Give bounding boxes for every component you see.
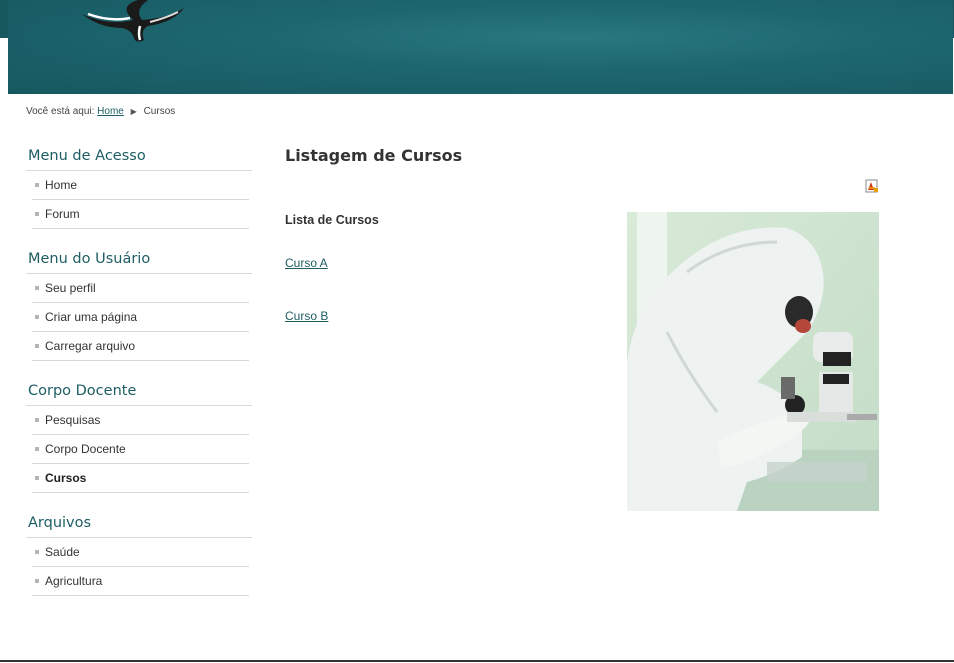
sidebar-item-label: Corpo Docente	[45, 442, 126, 456]
sidebar-item-label: Pesquisas	[45, 413, 101, 427]
sidebar-item-carregar-arquivo[interactable]: Carregar arquivo	[32, 332, 249, 361]
bullet-icon	[35, 183, 39, 187]
menu-title: Arquivos	[26, 513, 252, 538]
sidebar: Menu de Acesso Home Forum Menu do Usuári…	[26, 146, 252, 616]
sidebar-item-saude[interactable]: Saúde	[32, 538, 249, 567]
bullet-icon	[35, 476, 39, 480]
bullet-icon	[35, 418, 39, 422]
sidebar-item-label: Criar uma página	[45, 310, 138, 324]
sidebar-item-agricultura[interactable]: Agricultura	[32, 567, 249, 596]
sidebar-item-label: Forum	[45, 207, 80, 221]
pdf-icon[interactable]	[865, 179, 879, 193]
breadcrumb-current: Cursos	[143, 106, 176, 117]
page-title: Listagem de Cursos	[285, 146, 463, 165]
bullet-icon	[35, 212, 39, 216]
menu-corpo-docente: Corpo Docente Pesquisas Corpo Docente Cu…	[26, 381, 252, 493]
list-title: Lista de Cursos	[285, 213, 379, 227]
main-content: Listagem de Cursos Lista de Cursos Curso…	[285, 146, 885, 511]
menu-usuario: Menu do Usuário Seu perfil Criar uma pág…	[26, 249, 252, 361]
sidebar-item-cursos[interactable]: Cursos	[32, 464, 249, 493]
site-logo[interactable]	[78, 0, 188, 44]
breadcrumb-home-link[interactable]: Home	[97, 106, 124, 117]
bullet-icon	[35, 344, 39, 348]
menu-title: Menu de Acesso	[26, 146, 252, 171]
menu-title: Corpo Docente	[26, 381, 252, 406]
menu-arquivos: Arquivos Saúde Agricultura	[26, 513, 252, 596]
sidebar-item-label: Carregar arquivo	[45, 339, 136, 353]
sidebar-item-criar-pagina[interactable]: Criar uma página	[32, 303, 249, 332]
sidebar-item-label: Agricultura	[45, 574, 103, 588]
sidebar-item-seu-perfil[interactable]: Seu perfil	[32, 274, 249, 303]
menu-acesso: Menu de Acesso Home Forum	[26, 146, 252, 229]
sidebar-item-forum[interactable]: Forum	[32, 200, 249, 229]
lab-microscope-photo	[627, 212, 879, 511]
bullet-icon	[35, 550, 39, 554]
sidebar-item-label: Home	[45, 178, 78, 192]
course-link-a[interactable]: Curso A	[285, 256, 328, 270]
triangle-right-icon: ▶	[130, 107, 137, 116]
sidebar-item-corpo-docente[interactable]: Corpo Docente	[32, 435, 249, 464]
course-link-b[interactable]: Curso B	[285, 309, 328, 323]
breadcrumb: Você está aqui: Home ▶ Cursos	[26, 106, 175, 117]
sidebar-item-home[interactable]: Home	[32, 171, 249, 200]
bullet-icon	[35, 447, 39, 451]
sidebar-item-label: Cursos	[45, 471, 87, 485]
sidebar-item-label: Seu perfil	[45, 281, 96, 295]
breadcrumb-prefix: Você está aqui:	[26, 106, 95, 117]
bullet-icon	[35, 315, 39, 319]
sidebar-item-label: Saúde	[45, 545, 80, 559]
bullet-icon	[35, 579, 39, 583]
bottom-divider	[0, 660, 954, 662]
bullet-icon	[35, 286, 39, 290]
menu-title: Menu do Usuário	[26, 249, 252, 274]
sidebar-item-pesquisas[interactable]: Pesquisas	[32, 406, 249, 435]
